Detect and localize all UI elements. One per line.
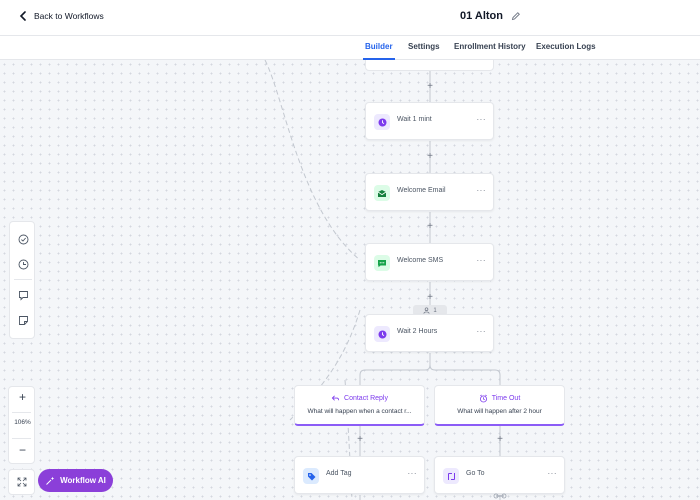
more-options-icon[interactable]: ··· <box>477 186 487 195</box>
tag-icon <box>303 468 319 484</box>
tab-builder[interactable]: Builder <box>363 42 395 60</box>
add-step-plus[interactable]: + <box>355 435 365 445</box>
zoom-controls: + 106% − <box>8 386 35 464</box>
alarm-clock-icon <box>479 394 487 403</box>
workflow-name: 01 Alton <box>460 10 503 22</box>
workflow-canvas[interactable]: + Wait 1 mint ··· + Welcome Email ··· + … <box>0 60 700 500</box>
tab-enrollment-history[interactable]: Enrollment History <box>454 42 526 51</box>
workflow-node-wait-2-hours[interactable]: Wait 2 Hours ··· <box>365 314 494 352</box>
sms-icon <box>374 255 390 271</box>
clock-icon <box>374 114 390 130</box>
workflow-title: 01 Alton <box>460 10 521 22</box>
zoom-level: 106% <box>14 419 31 426</box>
workflow-node-wait-1[interactable]: Wait 1 mint ··· <box>365 102 494 140</box>
branch-time-out[interactable]: Time Out What will happen after 2 hour <box>434 385 565 426</box>
more-options-icon[interactable]: ··· <box>548 469 558 478</box>
node-label: Welcome SMS <box>397 257 444 264</box>
branch-title: Time Out <box>491 395 521 402</box>
node-label: Welcome Email <box>397 187 446 194</box>
canvas-tool-panel <box>9 221 35 339</box>
zoom-in-button[interactable]: + <box>9 390 36 404</box>
divider <box>12 412 31 413</box>
workflow-node-add-tag[interactable]: Add Tag ··· <box>294 456 425 494</box>
goto-icon <box>443 468 459 484</box>
reply-icon <box>331 395 340 401</box>
chevron-left-icon <box>19 11 26 21</box>
workflow-node-previous[interactable] <box>365 60 494 71</box>
link-icon <box>493 493 507 499</box>
tab-settings[interactable]: Settings <box>408 42 440 51</box>
workflow-ai-button[interactable]: Workflow AI <box>38 469 113 492</box>
pencil-edit-icon[interactable] <box>511 11 521 21</box>
add-step-plus[interactable]: + <box>425 82 435 92</box>
node-label: Add Tag <box>326 470 352 477</box>
sparkle-wand-icon <box>46 476 55 485</box>
more-options-icon[interactable]: ··· <box>477 256 487 265</box>
divider <box>12 438 31 439</box>
branch-title: Contact Reply <box>344 395 388 402</box>
email-icon <box>374 185 390 201</box>
workflow-ai-label: Workflow AI <box>60 476 106 485</box>
back-label: Back to Workflows <box>34 11 104 21</box>
fit-view-button[interactable] <box>8 469 35 495</box>
divider <box>14 279 32 280</box>
zoom-out-button[interactable]: − <box>9 443 36 457</box>
more-options-icon[interactable]: ··· <box>477 115 487 124</box>
more-options-icon[interactable]: ··· <box>408 469 418 478</box>
comment-icon[interactable] <box>14 286 32 304</box>
workflow-node-welcome-sms[interactable]: Welcome SMS ··· <box>365 243 494 281</box>
workflow-node-go-to[interactable]: Go To ··· <box>434 456 565 494</box>
history-icon[interactable] <box>14 255 32 273</box>
add-step-plus[interactable]: + <box>425 222 435 232</box>
add-step-plus[interactable]: + <box>495 435 505 445</box>
user-icon <box>423 307 430 314</box>
add-step-plus[interactable]: + <box>425 293 435 303</box>
add-step-plus[interactable]: + <box>425 152 435 162</box>
node-label: Go To <box>466 470 485 477</box>
more-options-icon[interactable]: ··· <box>477 327 487 336</box>
sticky-note-icon[interactable] <box>14 311 32 329</box>
contact-count: 1 <box>433 307 437 314</box>
branch-description: What will happen when a contact r... <box>307 408 412 415</box>
clock-icon <box>374 326 390 342</box>
check-circle-icon[interactable] <box>14 230 32 248</box>
workflow-node-welcome-email[interactable]: Welcome Email ··· <box>365 173 494 211</box>
expand-icon <box>17 477 26 487</box>
node-label: Wait 2 Hours <box>397 328 438 335</box>
tab-bar: Builder Settings Enrollment History Exec… <box>0 36 700 60</box>
tab-execution-logs[interactable]: Execution Logs <box>536 42 596 51</box>
back-to-workflows-button[interactable]: Back to Workflows <box>18 11 104 21</box>
top-bar: Back to Workflows 01 Alton <box>0 0 700 36</box>
connector-lines <box>264 60 501 500</box>
branch-contact-reply[interactable]: Contact Reply What will happen when a co… <box>294 385 425 426</box>
node-label: Wait 1 mint <box>397 116 432 123</box>
branch-description: What will happen after 2 hour <box>457 408 542 415</box>
